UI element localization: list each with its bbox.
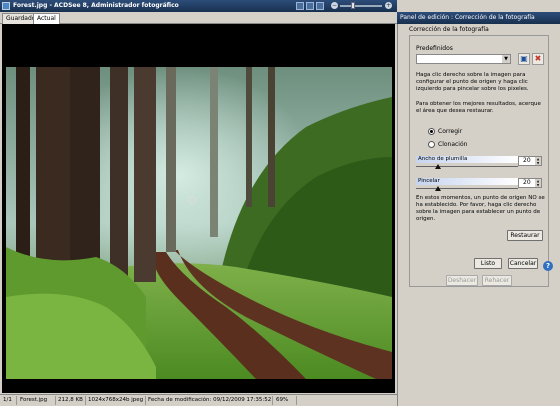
save-preset-icon[interactable]: ▣ — [518, 53, 530, 65]
radio-selected-icon — [428, 128, 435, 135]
feather-width-knob[interactable] — [435, 164, 441, 169]
spin-arrows-icon[interactable]: ▲ ▼ — [535, 179, 541, 187]
chevron-down-icon: ▼ — [502, 55, 510, 63]
status-dimensions: 1024x768x24b jpeg — [88, 397, 144, 403]
edit-panel: Corrección de la fotografía Predefinidos… — [397, 24, 560, 406]
zoom-slider[interactable] — [340, 2, 382, 9]
zoom-in-icon[interactable]: + — [385, 2, 392, 9]
brush-spinner[interactable]: 20 ▲ ▼ — [518, 178, 542, 188]
brush-knob[interactable] — [435, 186, 441, 191]
presets-dropdown[interactable]: ▼ — [416, 54, 511, 64]
restore-button[interactable]: Restaurar — [507, 230, 543, 241]
title-bar: Forest.jpg - ACDSee 8, Administrador fot… — [0, 0, 397, 12]
section-title: Corrección de la fotografía — [409, 26, 489, 33]
brush-slider[interactable] — [416, 186, 518, 191]
zoom-out-icon[interactable]: − — [331, 2, 338, 9]
status-filename: Forest.jpg — [20, 397, 48, 403]
delete-preset-icon[interactable]: ✖ — [532, 53, 544, 65]
forest-photo-drawing — [6, 67, 392, 379]
spin-arrows-icon[interactable]: ▲ ▼ — [535, 157, 541, 165]
fit-window-icon[interactable] — [306, 2, 314, 10]
status-modified: Fecha de modificación: 09/12/2009 17:35:… — [148, 397, 272, 403]
help-icon[interactable]: ? — [543, 261, 553, 271]
window-title: Forest.jpg - ACDSee 8, Administrador fot… — [13, 2, 179, 9]
app-icon — [2, 2, 10, 10]
brush-value: 20 — [523, 179, 531, 186]
brush-label: Pincelar — [416, 178, 518, 185]
cancel-button[interactable]: Cancelar — [508, 258, 538, 269]
feather-width-spinner[interactable]: 20 ▲ ▼ — [518, 156, 542, 166]
status-bar: 1/1 Forest.jpg 212,8 KB 1024x768x24b jpe… — [0, 394, 397, 406]
edit-panel-header: Panel de edición : Corrección de la foto… — [397, 12, 560, 24]
radio-correct-label: Corregir — [438, 128, 463, 135]
status-zoom: 69% — [276, 397, 289, 403]
forest-photo[interactable] — [6, 67, 392, 379]
instructions-text: Haga clic derecho sobre la imagen para c… — [416, 72, 529, 92]
radio-clone[interactable]: Clonación — [428, 141, 467, 149]
redo-button[interactable]: Rehacer — [482, 275, 512, 286]
view-tabs: Guardado Actual — [0, 12, 397, 24]
feather-width-label: Ancho de plumilla — [416, 156, 518, 163]
feather-width-slider[interactable] — [416, 164, 518, 169]
status-filesize: 212,8 KB — [58, 397, 83, 403]
view-mode-icon[interactable] — [296, 2, 304, 10]
status-page: 1/1 — [3, 397, 12, 403]
zoom-hint-text: Para obtener los mejores resultados, ace… — [416, 101, 541, 114]
image-viewer[interactable] — [2, 24, 395, 393]
done-button[interactable]: Listo — [474, 258, 502, 269]
presets-label: Predefinidos — [416, 45, 453, 52]
undo-button[interactable]: Deshacer — [446, 275, 478, 286]
photo-correction-group: Predefinidos ▼ ▣ ✖ Haga clic derecho sob… — [409, 35, 549, 287]
actual-size-icon[interactable] — [316, 2, 324, 10]
radio-correct[interactable]: Corregir — [428, 128, 462, 136]
tab-current[interactable]: Actual — [33, 13, 60, 24]
feather-width-value: 20 — [523, 157, 531, 164]
brush-cursor-icon — [188, 196, 196, 204]
radio-clone-label: Clonación — [438, 141, 468, 148]
origin-note-text: En estos momentos, un punto de origen NO… — [416, 195, 545, 222]
zoom-slider-knob[interactable] — [351, 2, 355, 9]
radio-unselected-icon — [428, 141, 435, 148]
